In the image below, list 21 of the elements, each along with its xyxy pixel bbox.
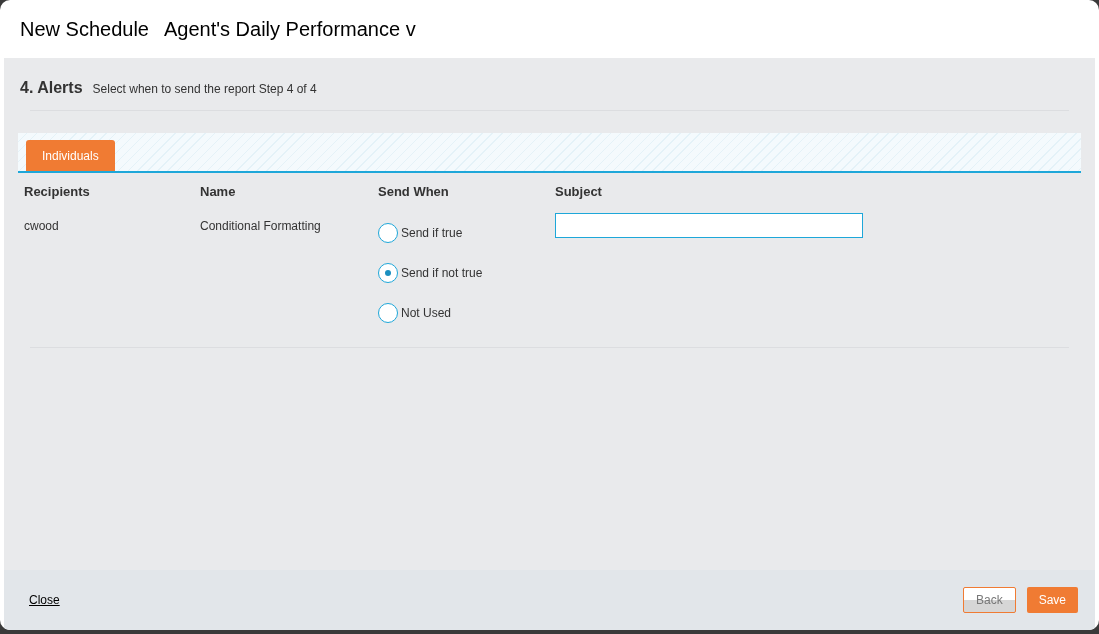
table-cell: cwood — [24, 219, 59, 233]
column-header: Subject — [555, 184, 602, 199]
radio-label: Send if true — [401, 225, 463, 242]
subject-field[interactable] — [555, 213, 863, 238]
radio-button[interactable] — [378, 303, 398, 323]
radio-button[interactable] — [378, 223, 398, 243]
radio-label: Send if not true — [401, 265, 483, 282]
step-heading: 4. Alerts — [20, 78, 83, 98]
column-header: Name — [200, 184, 236, 199]
report-name: Agent's Daily Performance v — [163, 17, 416, 42]
back-button[interactable]: Back — [962, 587, 1016, 613]
close-link[interactable]: Close — [29, 591, 60, 609]
dialog-title: New Schedule — [20, 17, 149, 42]
step-description: Select when to send the report Step 4 of 4 — [92, 81, 317, 98]
column-header: Recipients — [24, 184, 90, 199]
tab[interactable]: Individuals — [26, 140, 115, 171]
column-header: Send When — [378, 184, 449, 199]
table-cell: Conditional Formatting — [200, 219, 321, 233]
radio-button[interactable] — [378, 263, 398, 283]
radio-label: Not Used — [401, 305, 452, 322]
save-button[interactable]: Save — [1026, 587, 1078, 613]
